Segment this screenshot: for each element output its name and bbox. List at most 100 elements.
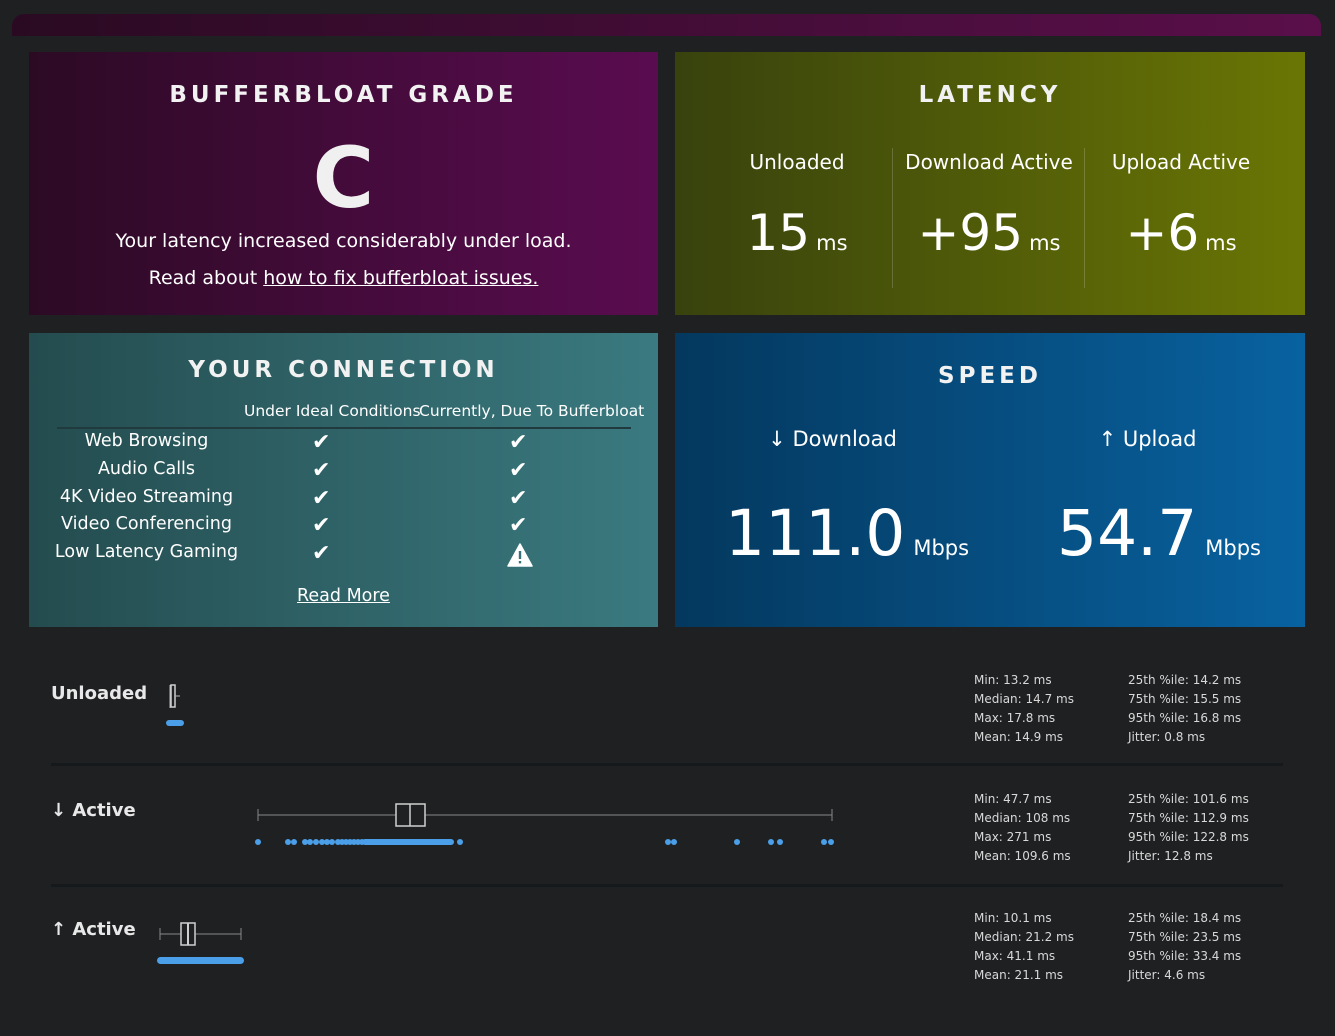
- sample-dot: [329, 839, 335, 845]
- download-speed-number: 111.0: [725, 497, 906, 570]
- read-more-link[interactable]: Read More: [29, 586, 658, 606]
- connection-row-label: Low Latency Gaming: [54, 542, 239, 562]
- grade-title: BUFFERBLOAT GRADE: [169, 82, 518, 108]
- connection-title: YOUR CONNECTION: [188, 357, 499, 383]
- upload-label-col: ↑ Upload: [990, 427, 1305, 451]
- speed-title: SPEED: [938, 363, 1042, 389]
- latency-unloaded-number: 15: [746, 204, 811, 262]
- stats-upload-name: ↑ Active: [51, 919, 136, 940]
- upload-speed-number: 54.7: [1057, 497, 1198, 570]
- latency-unloaded: Unloaded 15 ms: [701, 142, 893, 292]
- latency-unloaded-unit: ms: [816, 231, 848, 255]
- latency-unloaded-label: Unloaded: [749, 150, 845, 174]
- connection-row-label: Video Conferencing: [61, 514, 232, 534]
- latency-download-active: Download Active +95 ms: [893, 142, 1085, 292]
- stat-mean: Mean: 21.1 ms: [974, 968, 1064, 982]
- stats-download-right: 25th %ile: 101.6 ms 75th %ile: 112.9 ms …: [1128, 790, 1249, 866]
- sample-dot: [457, 839, 463, 845]
- unloaded-boxplot: [166, 684, 184, 726]
- stat-min: Min: 13.2 ms: [974, 673, 1052, 687]
- grade-letter: C: [312, 129, 375, 227]
- upload-label: ↑ Upload: [1098, 427, 1197, 451]
- stat-median: Median: 14.7 ms: [974, 692, 1074, 706]
- bufferbloat-grade-card: BUFFERBLOAT GRADE C Your latency increas…: [29, 52, 658, 315]
- stat-min: Min: 10.1 ms: [974, 911, 1052, 925]
- speed-card: SPEED ↓ Download ↑ Upload 111.0 Mbps 54.7…: [675, 333, 1305, 627]
- top-bar: [12, 14, 1321, 38]
- download-speed-value: 111.0 Mbps: [725, 497, 969, 570]
- stat-jitter: Jitter: 12.8 ms: [1128, 849, 1213, 863]
- box: [170, 684, 176, 708]
- latency-card: LATENCY Unloaded 15 ms Download Active +9…: [675, 52, 1305, 315]
- stat-p75: 75th %ile: 112.9 ms: [1128, 811, 1249, 825]
- check-icon: ✔: [312, 430, 331, 455]
- connection-row-label: 4K Video Streaming: [59, 487, 234, 507]
- your-connection-card: YOUR CONNECTION Under Ideal Conditions C…: [29, 333, 658, 627]
- stats-unloaded-right: 25th %ile: 14.2 ms 75th %ile: 15.5 ms 95…: [1128, 671, 1241, 747]
- sample-dot: [255, 839, 261, 845]
- stat-p75: 75th %ile: 23.5 ms: [1128, 930, 1242, 944]
- stat-jitter: Jitter: 0.8 ms: [1128, 730, 1206, 744]
- latency-upload-label: Upload Active: [1111, 150, 1251, 174]
- stats-download-name: ↓ Active: [51, 800, 136, 821]
- stats-separator: [51, 763, 1283, 766]
- check-icon: ✔: [312, 486, 331, 511]
- header-current: Currently, Due To Bufferbloat: [419, 402, 645, 420]
- sample-dot: [768, 839, 774, 845]
- stat-max: Max: 271 ms: [974, 830, 1052, 844]
- latency-title: LATENCY: [918, 82, 1062, 108]
- connection-row-label: Audio Calls: [97, 459, 196, 479]
- stat-mean: Mean: 14.9 ms: [974, 730, 1064, 744]
- stat-max: Max: 17.8 ms: [974, 711, 1056, 725]
- check-icon: ✔: [312, 541, 331, 566]
- stat-p95: 95th %ile: 33.4 ms: [1128, 949, 1242, 963]
- latency-download-unit: ms: [1029, 231, 1061, 255]
- check-icon: ✔: [312, 458, 331, 483]
- upload-boxplot: [157, 922, 244, 964]
- download-label-col: ↓ Download: [675, 427, 990, 451]
- connection-row-label: Web Browsing: [84, 431, 209, 451]
- sample-dot: [828, 839, 834, 845]
- stat-mean: Mean: 109.6 ms: [974, 849, 1071, 863]
- fix-bufferbloat-link[interactable]: how to fix bufferbloat issues.: [263, 267, 538, 289]
- stat-median: Median: 108 ms: [974, 811, 1071, 825]
- table-divider: [57, 427, 631, 429]
- sample-dot: [671, 839, 677, 845]
- header-ideal: Under Ideal Conditions: [244, 402, 421, 420]
- latency-upload-unit: ms: [1205, 231, 1237, 255]
- dot-cluster: [166, 720, 184, 726]
- stats-upload-right: 25th %ile: 18.4 ms 75th %ile: 23.5 ms 95…: [1128, 909, 1241, 985]
- stat-p95: 95th %ile: 16.8 ms: [1128, 711, 1242, 725]
- check-icon: ✔: [312, 513, 331, 538]
- stat-p25: 25th %ile: 101.6 ms: [1128, 792, 1249, 806]
- latency-upload-active: Upload Active +6 ms: [1085, 142, 1277, 292]
- check-icon: ✔: [509, 486, 528, 511]
- stat-p25: 25th %ile: 18.4 ms: [1128, 911, 1242, 925]
- sample-dot: [665, 839, 671, 845]
- stat-median: Median: 21.2 ms: [974, 930, 1074, 944]
- sample-dot: [285, 839, 291, 845]
- stat-p25: 25th %ile: 14.2 ms: [1128, 673, 1242, 687]
- latency-download-number: +95: [917, 204, 1024, 262]
- check-icon: ✔: [509, 513, 528, 538]
- sample-dot: [821, 839, 827, 845]
- stats-unloaded-left: Min: 13.2 ms Median: 14.7 ms Max: 17.8 m…: [974, 671, 1074, 747]
- stats-unloaded: Unloaded: [51, 683, 1283, 763]
- download-boxplot: [255, 803, 834, 845]
- stats-unloaded-name: Unloaded: [51, 683, 148, 704]
- warning-icon: [507, 543, 533, 567]
- upload-speed-unit: Mbps: [1205, 536, 1262, 560]
- latency-upload-value: +6 ms: [1085, 204, 1277, 262]
- download-label: ↓ Download: [768, 427, 897, 451]
- sample-dot: [777, 839, 783, 845]
- stat-p95: 95th %ile: 122.8 ms: [1128, 830, 1249, 844]
- sample-dot: [291, 839, 297, 845]
- grade-read-prefix: Read about: [148, 267, 264, 289]
- stats-separator: [51, 884, 1283, 887]
- stat-p75: 75th %ile: 15.5 ms: [1128, 692, 1242, 706]
- check-icon: ✔: [509, 430, 528, 455]
- sample-dot: [734, 839, 740, 845]
- check-icon: ✔: [509, 458, 528, 483]
- dot-cluster: [157, 957, 244, 964]
- stats-upload-left: Min: 10.1 ms Median: 21.2 ms Max: 41.1 m…: [974, 909, 1074, 985]
